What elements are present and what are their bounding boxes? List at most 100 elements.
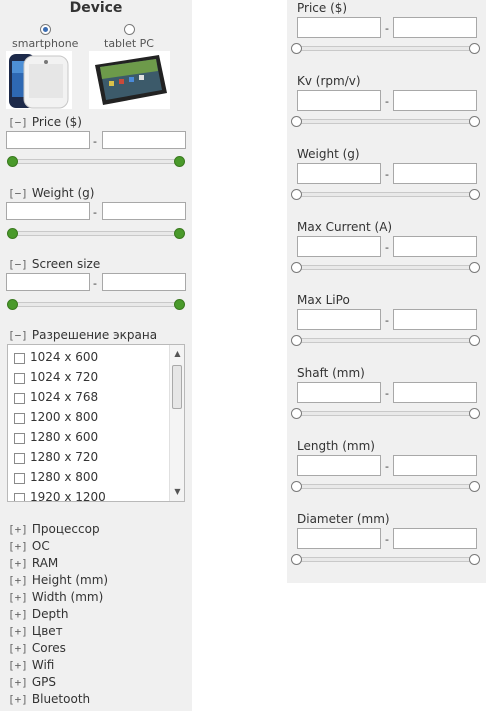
kv-slider-max-handle[interactable] bbox=[469, 116, 480, 127]
collapsed-section-height[interactable]: [+] Height (mm) bbox=[8, 573, 108, 587]
price-collapse-toggle[interactable]: [−] bbox=[8, 116, 28, 129]
price-filter-header[interactable]: [−] Price ($) bbox=[8, 115, 82, 129]
scroll-down-arrow-icon[interactable]: ▼ bbox=[170, 485, 184, 499]
resolution-listbox[interactable]: 1024 x 600 1024 x 720 1024 x 768 1200 x … bbox=[7, 344, 185, 502]
weight-slider-track[interactable] bbox=[10, 231, 184, 236]
collapsed-section-gps[interactable]: [+] GPS bbox=[8, 675, 56, 689]
diameter-max-input[interactable] bbox=[393, 528, 477, 549]
collapsed-section-width[interactable]: [+] Width (mm) bbox=[8, 590, 103, 604]
expand-toggle[interactable]: [+] bbox=[8, 591, 28, 604]
weight-slider-min-handle[interactable] bbox=[7, 228, 18, 239]
weight-min-input[interactable] bbox=[6, 202, 90, 220]
max-current-max-input[interactable] bbox=[393, 236, 477, 257]
max-current-min-input[interactable] bbox=[297, 236, 381, 257]
expand-toggle[interactable]: [+] bbox=[8, 659, 28, 672]
max-lipo-min-input[interactable] bbox=[297, 309, 381, 330]
screen-size-min-input[interactable] bbox=[6, 273, 90, 291]
right-price-slider-max-handle[interactable] bbox=[469, 43, 480, 54]
kv-max-input[interactable] bbox=[393, 90, 477, 111]
scrollbar-thumb[interactable] bbox=[172, 365, 182, 409]
collapsed-section-bluetooth[interactable]: [+] Bluetooth bbox=[8, 692, 90, 706]
smartphone-image[interactable] bbox=[6, 51, 72, 109]
resolution-checkbox[interactable] bbox=[14, 393, 25, 404]
screen-size-slider-max-handle[interactable] bbox=[174, 299, 185, 310]
expand-toggle[interactable]: [+] bbox=[8, 676, 28, 689]
shaft-slider-min-handle[interactable] bbox=[291, 408, 302, 419]
diameter-slider-min-handle[interactable] bbox=[291, 554, 302, 565]
collapsed-section-processor[interactable]: [+] Процессор bbox=[8, 522, 100, 536]
screen-size-slider-track[interactable] bbox=[10, 302, 184, 307]
collapsed-section-color[interactable]: [+] Цвет bbox=[8, 624, 63, 638]
expand-toggle[interactable]: [+] bbox=[8, 574, 28, 587]
max-lipo-slider-min-handle[interactable] bbox=[291, 335, 302, 346]
right-weight-slider-track[interactable] bbox=[296, 192, 476, 197]
max-current-slider-track[interactable] bbox=[296, 265, 476, 270]
weight-max-input[interactable] bbox=[102, 202, 186, 220]
expand-toggle[interactable]: [+] bbox=[8, 523, 28, 536]
resolution-checkbox[interactable] bbox=[14, 433, 25, 444]
length-slider-track[interactable] bbox=[296, 484, 476, 489]
right-price-min-input[interactable] bbox=[297, 17, 381, 38]
shaft-slider-max-handle[interactable] bbox=[469, 408, 480, 419]
right-weight-slider-min-handle[interactable] bbox=[291, 189, 302, 200]
expand-toggle[interactable]: [+] bbox=[8, 693, 28, 706]
kv-min-input[interactable] bbox=[297, 90, 381, 111]
right-price-slider-track[interactable] bbox=[296, 46, 476, 51]
resolution-checkbox[interactable] bbox=[14, 473, 25, 484]
right-price-slider-min-handle[interactable] bbox=[291, 43, 302, 54]
shaft-min-input[interactable] bbox=[297, 382, 381, 403]
max-lipo-slider-track[interactable] bbox=[296, 338, 476, 343]
resolution-checkbox[interactable] bbox=[14, 453, 25, 464]
tablet-radio[interactable] bbox=[124, 24, 135, 35]
price-max-input[interactable] bbox=[102, 131, 186, 149]
screen-size-filter-header[interactable]: [−] Screen size bbox=[8, 257, 100, 271]
right-weight-slider-max-handle[interactable] bbox=[469, 189, 480, 200]
expand-toggle[interactable]: [+] bbox=[8, 557, 28, 570]
length-slider-min-handle[interactable] bbox=[291, 481, 302, 492]
price-slider-min-handle[interactable] bbox=[7, 156, 18, 167]
max-current-slider-min-handle[interactable] bbox=[291, 262, 302, 273]
price-slider-track[interactable] bbox=[10, 159, 184, 164]
kv-slider-track[interactable] bbox=[296, 119, 476, 124]
screen-size-collapse-toggle[interactable]: [−] bbox=[8, 258, 28, 271]
collapsed-section-ram[interactable]: [+] RAM bbox=[8, 556, 58, 570]
resolution-scrollbar[interactable]: ▲ ▼ bbox=[169, 345, 184, 501]
price-min-input[interactable] bbox=[6, 131, 90, 149]
diameter-min-input[interactable] bbox=[297, 528, 381, 549]
resolution-checkbox[interactable] bbox=[14, 413, 25, 424]
smartphone-radio[interactable] bbox=[40, 24, 51, 35]
collapsed-section-depth[interactable]: [+] Depth bbox=[8, 607, 68, 621]
resolution-collapse-toggle[interactable]: [−] bbox=[8, 329, 28, 342]
kv-slider-min-handle[interactable] bbox=[291, 116, 302, 127]
expand-toggle[interactable]: [+] bbox=[8, 608, 28, 621]
max-lipo-max-input[interactable] bbox=[393, 309, 477, 330]
resolution-checkbox[interactable] bbox=[14, 353, 25, 364]
expand-toggle[interactable]: [+] bbox=[8, 540, 28, 553]
right-price-max-input[interactable] bbox=[393, 17, 477, 38]
screen-size-slider-min-handle[interactable] bbox=[7, 299, 18, 310]
max-current-slider-max-handle[interactable] bbox=[469, 262, 480, 273]
length-max-input[interactable] bbox=[393, 455, 477, 476]
shaft-max-input[interactable] bbox=[393, 382, 477, 403]
diameter-slider-track[interactable] bbox=[296, 557, 476, 562]
weight-filter-header[interactable]: [−] Weight (g) bbox=[8, 186, 94, 200]
resolution-checkbox[interactable] bbox=[14, 493, 25, 501]
weight-collapse-toggle[interactable]: [−] bbox=[8, 187, 28, 200]
collapsed-section-wifi[interactable]: [+] Wifi bbox=[8, 658, 54, 672]
diameter-slider-max-handle[interactable] bbox=[469, 554, 480, 565]
shaft-slider-track[interactable] bbox=[296, 411, 476, 416]
expand-toggle[interactable]: [+] bbox=[8, 625, 28, 638]
resolution-filter-header[interactable]: [−] Разрешение экрана bbox=[8, 328, 157, 342]
scroll-up-arrow-icon[interactable]: ▲ bbox=[170, 347, 184, 361]
resolution-checkbox[interactable] bbox=[14, 373, 25, 384]
right-weight-min-input[interactable] bbox=[297, 163, 381, 184]
length-min-input[interactable] bbox=[297, 455, 381, 476]
tablet-image[interactable] bbox=[89, 51, 170, 109]
collapsed-section-os[interactable]: [+] ОС bbox=[8, 539, 50, 553]
price-slider-max-handle[interactable] bbox=[174, 156, 185, 167]
collapsed-section-cores[interactable]: [+] Cores bbox=[8, 641, 66, 655]
expand-toggle[interactable]: [+] bbox=[8, 642, 28, 655]
max-lipo-slider-max-handle[interactable] bbox=[469, 335, 480, 346]
weight-slider-max-handle[interactable] bbox=[174, 228, 185, 239]
length-slider-max-handle[interactable] bbox=[469, 481, 480, 492]
